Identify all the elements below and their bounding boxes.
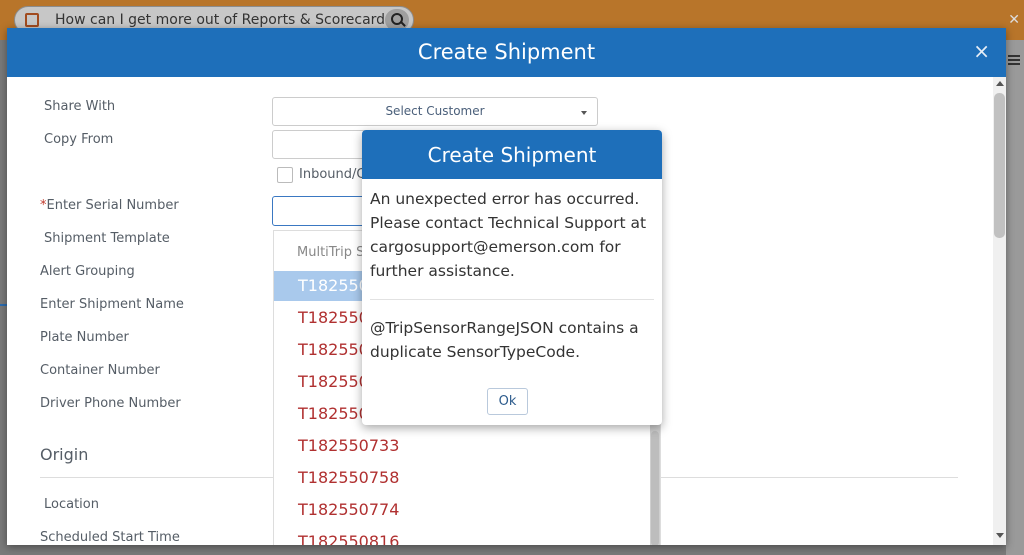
hamburger-menu-icon: [1008, 55, 1020, 57]
origin-section-title: Origin: [40, 445, 89, 464]
driver-phone-label: Driver Phone Number: [40, 396, 181, 411]
error-detail: @TripSensorRangeJSON contains a duplicat…: [370, 319, 639, 361]
edit-icon: [25, 13, 39, 27]
shipment-template-label: Shipment Template: [44, 231, 170, 246]
select-customer-value: Select Customer: [385, 104, 485, 118]
background-close-icon: ✕: [1008, 12, 1020, 28]
shipment-name-label: Enter Shipment Name: [40, 297, 184, 312]
dropdown-item[interactable]: T182550774: [274, 495, 646, 525]
share-with-label: Share With: [44, 99, 116, 114]
dropdown-group-label: MultiTrip S: [297, 245, 365, 260]
background-right-panel: [1006, 40, 1024, 555]
modal-title: Create Shipment: [417, 40, 596, 64]
error-dialog: Create Shipment An unexpected error has …: [362, 130, 662, 425]
location-label: Location: [44, 497, 99, 512]
serial-number-label: *Enter Serial Number: [40, 198, 179, 213]
error-divider: [370, 299, 654, 300]
dropdown-item[interactable]: T182550758: [274, 463, 646, 493]
background-search-text: How can I get more out of Reports & Scor…: [55, 12, 400, 28]
scroll-down-arrow-icon[interactable]: [996, 533, 1004, 538]
error-dialog-title: Create Shipment: [427, 143, 597, 167]
select-customer-dropdown[interactable]: Select Customer: [272, 97, 598, 126]
ok-button[interactable]: Ok: [487, 388, 528, 415]
serial-number-label-text: Enter Serial Number: [46, 198, 179, 213]
modal-header: Create Shipment ×: [7, 28, 1006, 77]
copy-from-label: Copy From: [44, 132, 114, 147]
alert-grouping-label: Alert Grouping: [40, 264, 135, 279]
scroll-up-arrow-icon[interactable]: [996, 81, 1004, 86]
dropdown-scrollbar-thumb[interactable]: [651, 431, 659, 545]
error-dialog-header: Create Shipment: [362, 130, 662, 179]
dropdown-item[interactable]: T182550816: [274, 527, 646, 545]
modal-scrollbar-thumb[interactable]: [994, 93, 1005, 238]
inbound-checkbox-label: Inbound/O: [299, 167, 367, 182]
modal-close-button[interactable]: ×: [973, 39, 990, 63]
container-number-label: Container Number: [40, 363, 160, 378]
caret-down-icon: [581, 111, 587, 115]
dropdown-item[interactable]: T182550733: [274, 431, 646, 461]
inbound-checkbox[interactable]: [277, 167, 293, 183]
error-message: An unexpected error has occurred. Please…: [370, 190, 647, 280]
plate-number-label: Plate Number: [40, 330, 129, 345]
scheduled-start-label: Scheduled Start Time: [40, 530, 180, 545]
